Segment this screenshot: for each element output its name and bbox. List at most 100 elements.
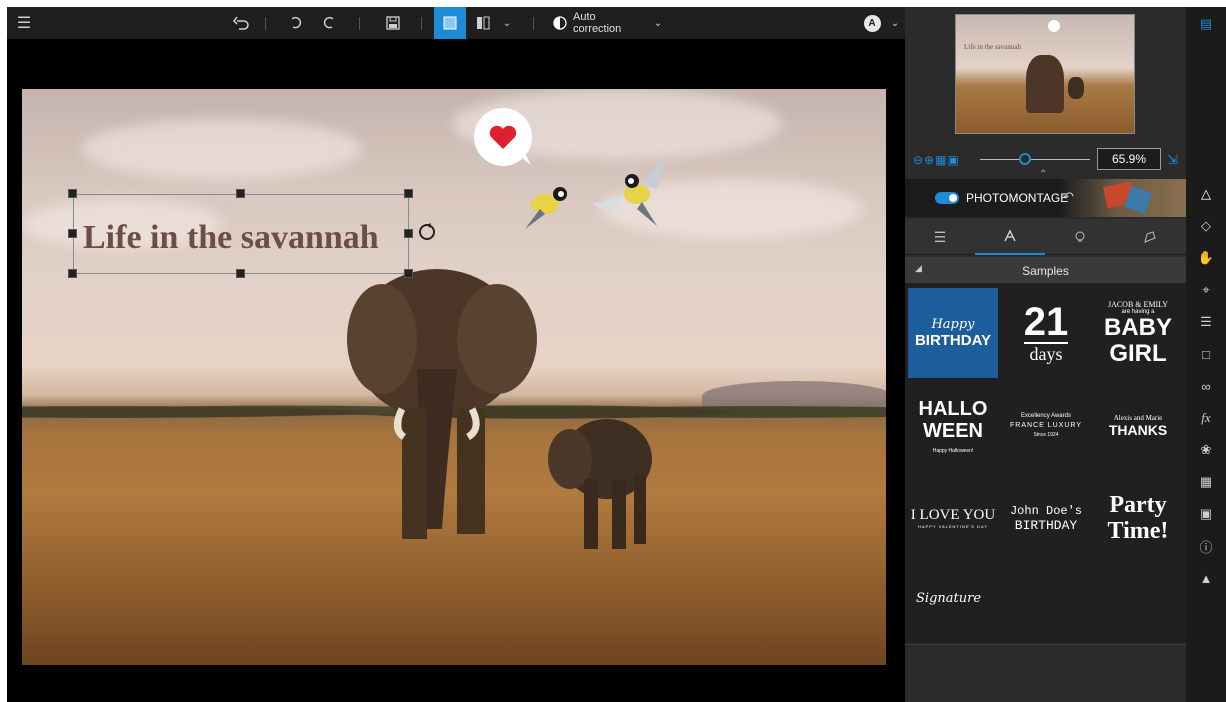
- toolbar-separator: [421, 17, 422, 30]
- zoom-slider-track[interactable]: [980, 159, 1090, 160]
- panel-footer: [905, 644, 1186, 702]
- eraser-icon[interactable]: ◇: [1186, 213, 1226, 239]
- sample-baby-girl[interactable]: JACOB & EMILY are having a BABY GIRL: [1093, 288, 1183, 378]
- tab-stickers[interactable]: [1115, 219, 1185, 255]
- single-view-button[interactable]: [434, 7, 466, 39]
- zoom-icons[interactable]: ⊖⊕▦▣: [913, 153, 960, 167]
- hamburger-menu-icon[interactable]: ☰: [11, 7, 37, 39]
- navigator-thumbnail[interactable]: Life in the savannah: [955, 14, 1135, 134]
- resize-handle[interactable]: [404, 189, 413, 198]
- sample-text: BIRTHDAY: [914, 332, 992, 349]
- samples-grid: Happy BIRTHDAY 21 days JACOB & EMILY are…: [905, 283, 1186, 643]
- resize-handle[interactable]: [68, 229, 77, 238]
- color-wheel-icon[interactable]: ❀: [1186, 437, 1226, 463]
- auto-correction-label[interactable]: Auto correction: [573, 7, 645, 39]
- half-circle-icon: [553, 16, 567, 30]
- toolbar-separator: [359, 17, 360, 30]
- resize-handle[interactable]: [236, 189, 245, 198]
- frame-icon[interactable]: ▣: [1186, 501, 1226, 527]
- resize-handle[interactable]: [236, 269, 245, 278]
- undo-arrow-icon: [233, 16, 249, 30]
- selection-box[interactable]: [73, 194, 409, 274]
- sample-i-love-you[interactable]: I LOVE YOU HAPPY VALENTINE'S DAY: [908, 473, 998, 563]
- thumbnail-elephant: [1026, 55, 1064, 113]
- single-view-icon: [443, 16, 457, 30]
- sample-text: WEEN: [923, 419, 983, 442]
- redo-curve-icon: [323, 16, 334, 29]
- user-avatar[interactable]: A: [862, 7, 882, 39]
- zoom-bar: ⊖⊕▦▣ 65.9% ⇲ ⌃: [905, 139, 1186, 180]
- redo-icon[interactable]: [315, 7, 343, 39]
- samples-title: Samples: [1022, 264, 1069, 278]
- sample-text: Happy: [931, 317, 975, 332]
- resize-handle[interactable]: [404, 269, 413, 278]
- panel-toggle-icon[interactable]: ▤: [1186, 11, 1226, 37]
- zoom-value-input[interactable]: 65.9%: [1097, 148, 1161, 170]
- info-icon[interactable]: ⓘ: [1186, 533, 1226, 559]
- sample-party-time[interactable]: Party Time!: [1093, 473, 1183, 563]
- chevron-down-icon[interactable]: ⌄: [497, 7, 517, 39]
- canvas-area[interactable]: Life in the savannah: [7, 39, 905, 702]
- photomontage-bar: PHOTOMONTAGE ↶: [905, 179, 1186, 217]
- samples-header[interactable]: ◢ Samples: [905, 257, 1186, 283]
- sample-21-days[interactable]: 21 days: [1001, 288, 1091, 378]
- sample-john-birthday[interactable]: John Doe's BIRTHDAY: [1001, 473, 1091, 563]
- toolbar-separator: [533, 17, 534, 30]
- sample-text: HALLO: [918, 397, 988, 420]
- split-view-icon: [477, 16, 490, 30]
- tool-strip: ▤ △ ◇ ✋ ⌖ ☰ □ ∞ fx ❀ ▦ ▣ ⓘ ▲: [1186, 7, 1226, 702]
- fit-icon[interactable]: ⇲: [1167, 152, 1178, 168]
- undo-icon[interactable]: [227, 7, 255, 39]
- crop-icon[interactable]: ⌖: [1186, 277, 1226, 303]
- photo-canvas[interactable]: Life in the savannah: [22, 89, 886, 665]
- auto-correction-toggle-icon[interactable]: [551, 7, 569, 39]
- sample-france-luxury[interactable]: Excellency Awards FRANCE LUXURY Since 19…: [1001, 383, 1091, 468]
- sample-signature[interactable]: Signature: [908, 568, 998, 628]
- reset-icon[interactable]: ↶: [1063, 189, 1074, 205]
- bird-sticker[interactable]: [587, 154, 677, 229]
- elephant-image[interactable]: [342, 259, 662, 559]
- photomontage-toggle[interactable]: [935, 192, 959, 204]
- resize-handle[interactable]: [404, 229, 413, 238]
- undo-step-icon[interactable]: [282, 7, 310, 39]
- sample-halloween[interactable]: HALLO WEEN Happy Halloween!: [908, 383, 998, 468]
- text-tool-icon[interactable]: △: [1186, 181, 1226, 207]
- sample-happy-birthday[interactable]: Happy BIRTHDAY: [908, 288, 998, 378]
- right-panel: Life in the savannah ⊖⊕▦▣ 65.9% ⇲ ⌃ PHOT…: [905, 7, 1186, 702]
- compare-view-button[interactable]: [471, 7, 495, 39]
- thumbnail-text: Life in the savannah: [964, 43, 1021, 51]
- tab-ideas[interactable]: [1045, 219, 1115, 255]
- resize-handle[interactable]: [68, 189, 77, 198]
- thumbnail-heart: [1048, 20, 1060, 32]
- sample-text: JACOB & EMILY: [1107, 299, 1169, 309]
- chevron-down-icon[interactable]: ⌄: [649, 7, 667, 39]
- navigator: Life in the savannah: [905, 7, 1186, 143]
- fx-icon[interactable]: fx: [1186, 405, 1226, 431]
- chevron-down-icon[interactable]: ⌄: [887, 7, 903, 39]
- top-toolbar: ☰ ⌄ Auto correction ⌄ A ⌄: [7, 7, 905, 39]
- sample-thanks[interactable]: Alexis and Marie THANKS: [1093, 383, 1183, 468]
- selection-icon[interactable]: □: [1186, 341, 1226, 367]
- tab-adjustments[interactable]: ☰: [905, 219, 975, 255]
- texture-icon[interactable]: ▦: [1186, 469, 1226, 495]
- hand-icon[interactable]: ✋: [1186, 245, 1226, 271]
- sample-text: Signature: [916, 590, 982, 606]
- app-window: ☰ ⌄ Auto correction ⌄ A ⌄ Life in the sa…: [7, 7, 1226, 702]
- infinity-icon[interactable]: ∞: [1186, 373, 1226, 399]
- sliders-icon[interactable]: ☰: [1186, 309, 1226, 335]
- rotate-handle-icon[interactable]: [417, 222, 437, 242]
- zoom-slider-thumb[interactable]: [1019, 153, 1031, 165]
- flask-icon[interactable]: ▲: [1186, 565, 1226, 591]
- sample-text: GIRL: [1109, 339, 1167, 367]
- bird-sticker[interactable]: [510, 164, 580, 234]
- sample-text: BIRTHDAY: [1014, 517, 1078, 533]
- sample-text: Time!: [1107, 518, 1169, 544]
- sample-text: Party: [1109, 492, 1167, 518]
- resize-handle[interactable]: [68, 269, 77, 278]
- heart-sticker[interactable]: [473, 107, 535, 169]
- save-icon[interactable]: [379, 7, 407, 39]
- sample-text: Since 1924: [1033, 432, 1059, 438]
- tab-text[interactable]: [975, 219, 1045, 255]
- sample-text: THANKS: [1108, 421, 1168, 438]
- toggle-knob: [949, 194, 957, 202]
